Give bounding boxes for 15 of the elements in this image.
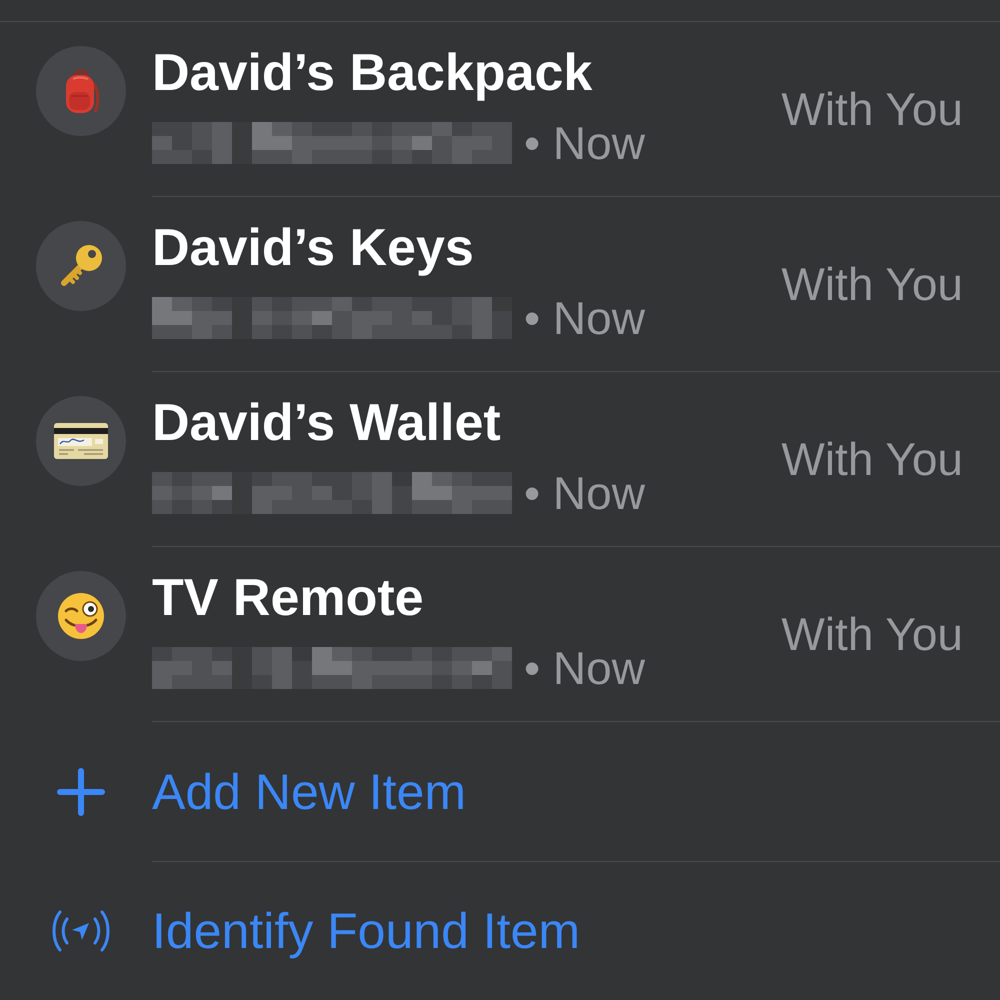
location-arrow-waves-icon bbox=[52, 910, 110, 952]
status-text: With You bbox=[781, 261, 963, 307]
item-name: David’s Wallet bbox=[152, 394, 502, 454]
add-new-item-button[interactable]: Add New Item bbox=[36, 766, 466, 816]
status-text: With You bbox=[781, 611, 963, 657]
last-seen-text: • Now bbox=[524, 470, 645, 516]
last-seen-text: • Now bbox=[524, 294, 645, 341]
plus-icon bbox=[57, 768, 105, 816]
last-seen-text: • Now bbox=[524, 644, 645, 691]
last-seen-text: • Now bbox=[524, 120, 645, 166]
status-text: With You bbox=[781, 436, 963, 482]
item-name: TV Remote bbox=[152, 569, 425, 629]
item-name: David’s Backpack bbox=[152, 44, 594, 104]
item-name: David’s Keys bbox=[152, 219, 475, 279]
status-text: With You bbox=[781, 86, 963, 132]
